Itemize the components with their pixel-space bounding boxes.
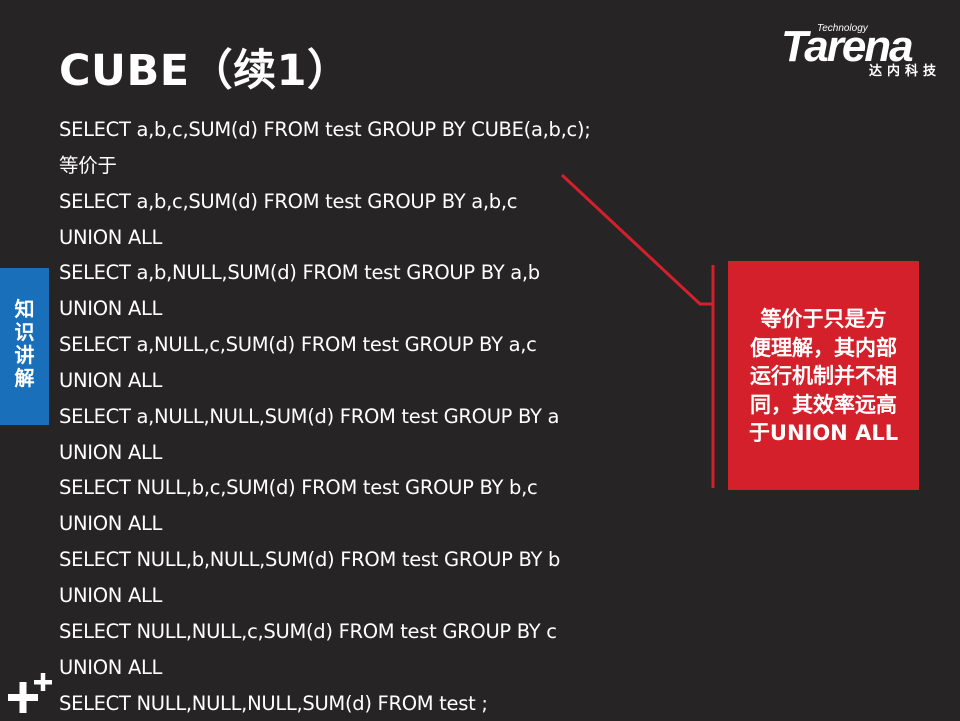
logo-chinese: 达内科技 [869,64,941,80]
slide-title: CUBE（续1） [59,36,351,98]
code-line: SELECT a,NULL,c,SUM(d) FROM test GROUP B… [59,327,590,363]
code-line: SELECT a,b,c,SUM(d) FROM test GROUP BY a… [59,184,590,220]
code-line: UNION ALL [59,363,590,399]
code-line: SELECT NULL,NULL,c,SUM(d) FROM test GROU… [59,614,590,650]
code-line: UNION ALL [59,435,590,471]
code-line: UNION ALL [59,650,590,686]
code-line: 等价于 [59,148,590,184]
code-line: SELECT a,b,c,SUM(d) FROM test GROUP BY C… [59,112,590,148]
code-line: UNION ALL [59,220,590,256]
code-line: UNION ALL [59,506,590,542]
callout-text: 等价于只是方 便理解，其内部 运行机制并不相 同，其效率远高 于UNION AL… [728,305,919,448]
code-line: SELECT NULL,b,NULL,SUM(d) FROM test GROU… [59,542,590,578]
code-line: SELECT NULL,NULL,NULL,SUM(d) FROM test ; [59,686,590,721]
code-line: UNION ALL [59,578,590,614]
tarena-logo: Tarena Technology 达内科技 [781,22,943,84]
code-line: SELECT a,b,NULL,SUM(d) FROM test GROUP B… [59,255,590,291]
code-line: UNION ALL [59,291,590,327]
code-line: SELECT a,NULL,NULL,SUM(d) FROM test GROU… [59,399,590,435]
knowledge-tab: 知 识 讲 解 [0,268,49,425]
knowledge-tab-label: 知 识 讲 解 [0,298,49,390]
callout-box: 等价于只是方 便理解，其内部 运行机制并不相 同，其效率远高 于UNION AL… [728,261,919,490]
code-line: SELECT NULL,b,c,SUM(d) FROM test GROUP B… [59,470,590,506]
logo-tagline: Technology [817,24,868,34]
plus-icon [4,670,56,720]
sql-code-block: SELECT a,b,c,SUM(d) FROM test GROUP BY C… [59,112,590,721]
